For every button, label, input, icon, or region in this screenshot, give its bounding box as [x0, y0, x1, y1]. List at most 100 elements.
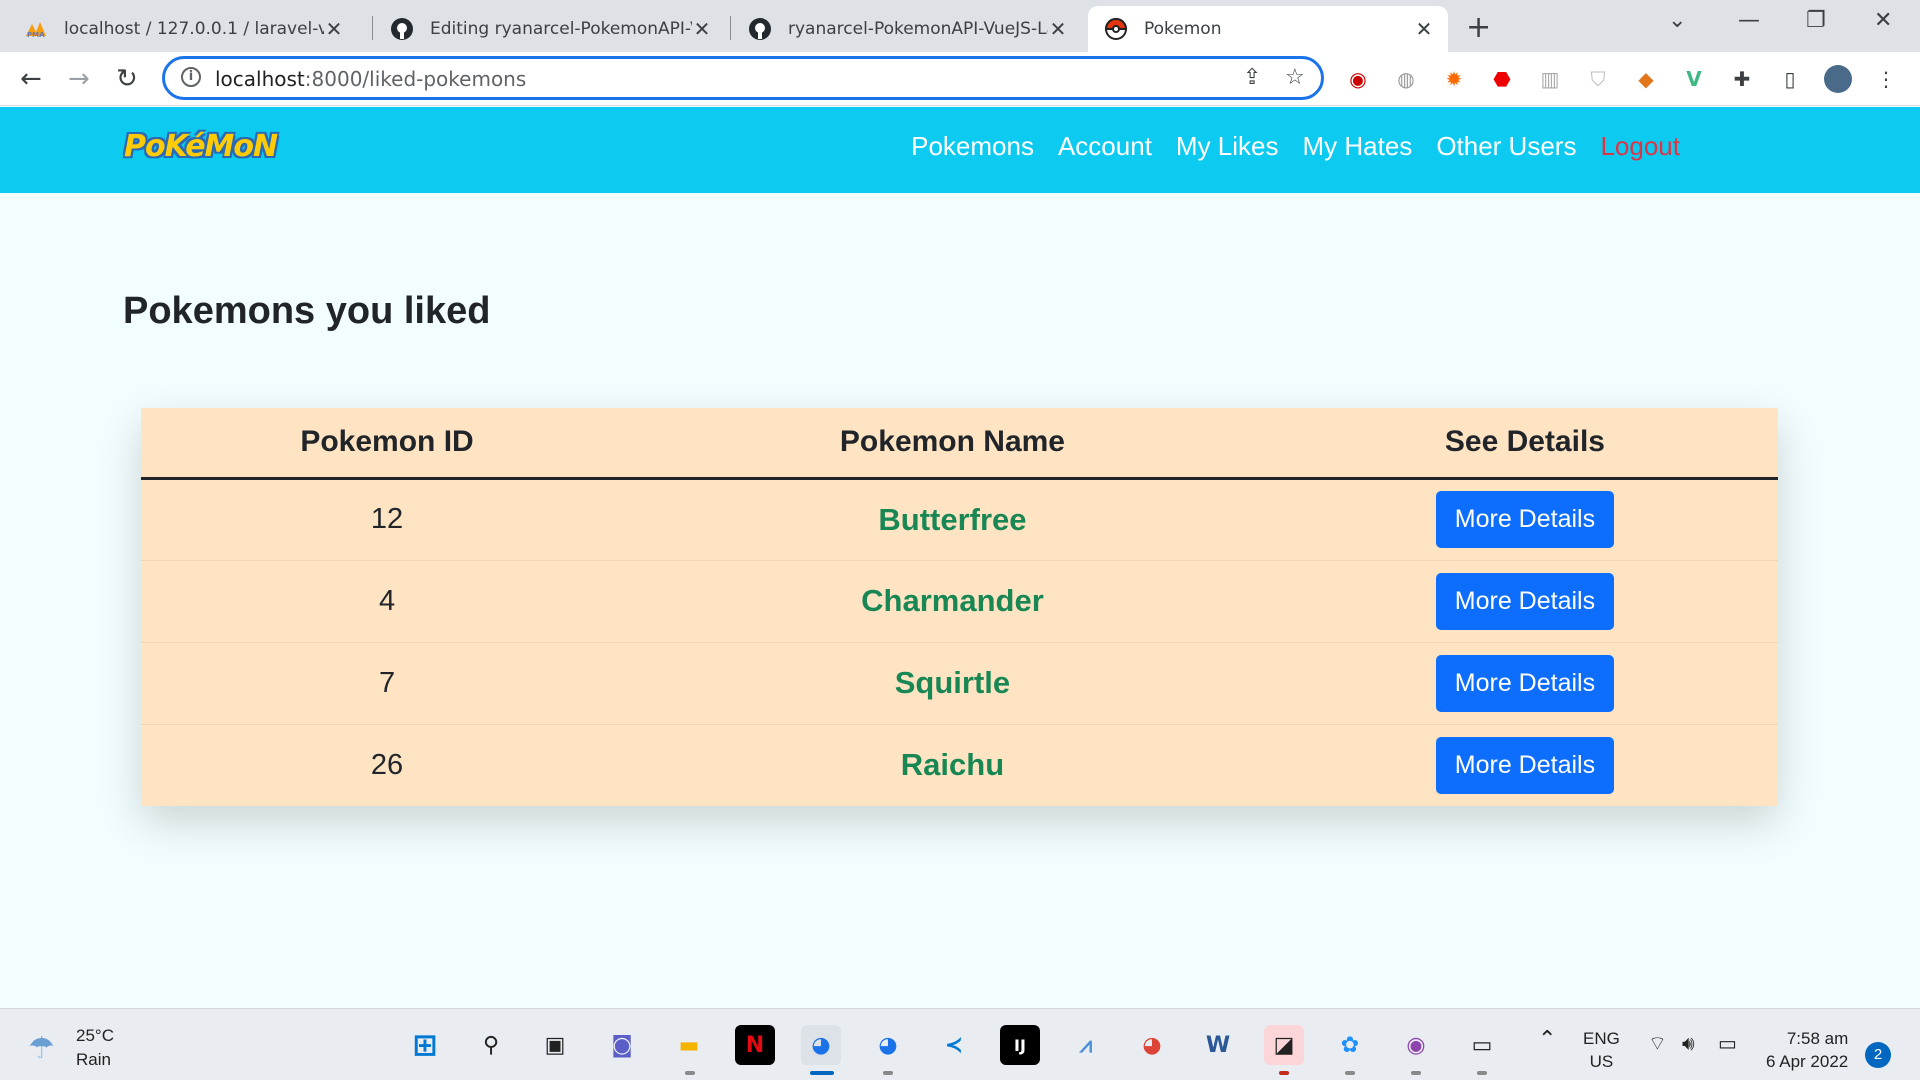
- chrome-app-icon[interactable]: ◕: [1132, 1025, 1172, 1065]
- profile-avatar[interactable]: [1824, 65, 1852, 93]
- weather-description: Rain: [76, 1050, 111, 1069]
- nav-link-pokemons[interactable]: Pokemons: [911, 131, 1034, 162]
- nav-link-my-likes[interactable]: My Likes: [1176, 131, 1279, 162]
- notification-badge[interactable]: 2: [1865, 1042, 1891, 1068]
- language-indicator[interactable]: ENG US: [1583, 1027, 1620, 1073]
- running-indicator: [1279, 1071, 1289, 1075]
- side-panel-icon[interactable]: ▯: [1776, 65, 1804, 93]
- tray-chevron-icon[interactable]: ⌃: [1538, 1027, 1556, 1050]
- clock-date: 6 Apr 2022: [1766, 1052, 1849, 1071]
- share-icon[interactable]: ⇪: [1243, 65, 1261, 90]
- windows-start-icon[interactable]: ⊞: [405, 1025, 445, 1065]
- bookmark-star-icon[interactable]: ☆: [1285, 65, 1305, 90]
- vscode-icon[interactable]: ≺: [934, 1025, 974, 1065]
- github-icon: [390, 17, 414, 41]
- nav-link-logout[interactable]: Logout: [1600, 131, 1680, 162]
- tab-github-editing[interactable]: Editing ryanarcel-PokemonAPI-V ✕: [374, 6, 726, 52]
- eye-extension-icon[interactable]: ◉: [1344, 65, 1372, 93]
- more-details-button[interactable]: More Details: [1435, 736, 1615, 794]
- wifi-icon[interactable]: ⌔: [1648, 1033, 1667, 1056]
- terminal-icon[interactable]: ▭: [1462, 1025, 1502, 1065]
- pokemon-id-cell: 26: [141, 723, 634, 806]
- pokemon-id-cell: 7: [141, 641, 634, 724]
- running-indicator: [1345, 1071, 1355, 1075]
- intellij-icon[interactable]: IJ: [1000, 1025, 1040, 1065]
- close-icon[interactable]: ✕: [324, 17, 344, 41]
- page-title: Pokemons you liked: [123, 290, 491, 332]
- site-info-icon[interactable]: i: [181, 67, 201, 87]
- tab-title: localhost / 127.0.0.1 / laravel-vue: [64, 19, 324, 39]
- close-icon[interactable]: ✕: [1048, 17, 1068, 41]
- metamask-extension-icon[interactable]: ◆: [1632, 65, 1660, 93]
- back-button[interactable]: ←: [20, 64, 42, 94]
- close-window-button[interactable]: ✕: [1874, 8, 1892, 33]
- tab-pokemon[interactable]: Pokemon ✕: [1088, 6, 1448, 52]
- volume-icon[interactable]: 🔊︎: [1682, 1033, 1695, 1056]
- browser-tab-bar: PMA localhost / 127.0.0.1 / laravel-vue …: [0, 0, 1920, 52]
- tab-title: ryanarcel-PokemonAPI-VueJS-La: [788, 19, 1048, 39]
- table-row: 4 Charmander More Details: [141, 559, 1778, 642]
- running-indicator: [1477, 1071, 1487, 1075]
- globe-extension-icon[interactable]: ◍: [1392, 65, 1420, 93]
- weather-temperature: 25°C: [76, 1026, 114, 1045]
- column-header-id: Pokemon ID: [141, 408, 634, 480]
- url-text: localhost:8000/liked-pokemons: [215, 67, 527, 91]
- table-row: 26 Raichu More Details: [141, 723, 1778, 806]
- clock[interactable]: 7:58 am 6 Apr 2022: [1766, 1027, 1848, 1073]
- forward-button[interactable]: →: [68, 64, 90, 94]
- running-indicator: [685, 1071, 695, 1075]
- pokemon-name-cell: Raichu: [633, 723, 1272, 806]
- new-tab-button[interactable]: +: [1466, 10, 1491, 45]
- weather-widget[interactable]: 25°C Rain: [76, 1024, 114, 1072]
- address-bar[interactable]: i localhost:8000/liked-pokemons ⇪ ☆: [162, 56, 1324, 100]
- chrome-icon[interactable]: ◕: [801, 1025, 841, 1065]
- details-cell: More Details: [1271, 477, 1778, 560]
- github-desktop-icon[interactable]: ◉: [1396, 1025, 1436, 1065]
- liked-pokemons-table: Pokemon ID Pokemon Name See Details 12 B…: [141, 408, 1778, 806]
- more-details-button[interactable]: More Details: [1435, 572, 1615, 630]
- menu-kebab-icon[interactable]: ⋮: [1872, 65, 1900, 93]
- tab-title: Pokemon: [1144, 19, 1222, 39]
- resource-monitor-icon[interactable]: ⩘: [1066, 1025, 1106, 1065]
- search-icon[interactable]: ⚲: [471, 1025, 511, 1065]
- github-icon: [748, 17, 772, 41]
- file-explorer-icon[interactable]: ▬: [669, 1025, 709, 1065]
- netflix-icon[interactable]: N: [735, 1025, 775, 1065]
- details-cell: More Details: [1271, 641, 1778, 724]
- svg-text:PMA: PMA: [27, 31, 45, 38]
- reader-extension-icon[interactable]: ▥: [1536, 65, 1564, 93]
- weather-rain-icon[interactable]: ☂: [28, 1031, 55, 1066]
- chrome-profile-icon[interactable]: ◕: [868, 1025, 908, 1065]
- clock-time: 7:58 am: [1786, 1029, 1849, 1048]
- more-details-button[interactable]: More Details: [1435, 491, 1615, 548]
- minimize-button[interactable]: —: [1738, 8, 1760, 33]
- bug-extension-icon[interactable]: ✹: [1440, 65, 1468, 93]
- reload-button[interactable]: ↻: [116, 64, 138, 94]
- sticky-notes-icon[interactable]: ◪: [1264, 1025, 1304, 1065]
- battery-icon[interactable]: ▭: [1718, 1033, 1737, 1056]
- column-header-details: See Details: [1271, 408, 1778, 480]
- close-icon[interactable]: ✕: [692, 17, 712, 41]
- details-cell: More Details: [1271, 559, 1778, 642]
- restore-button[interactable]: ❐: [1806, 8, 1826, 33]
- nav-link-other-users[interactable]: Other Users: [1436, 131, 1576, 162]
- nav-link-account[interactable]: Account: [1058, 131, 1152, 162]
- paint-icon[interactable]: ✿: [1330, 1025, 1370, 1065]
- running-indicator: [883, 1071, 893, 1075]
- extensions-puzzle-icon[interactable]: ✚: [1728, 65, 1756, 93]
- close-icon[interactable]: ✕: [1414, 17, 1434, 41]
- tab-github-repo[interactable]: ryanarcel-PokemonAPI-VueJS-La ✕: [732, 6, 1082, 52]
- tab-phpmyadmin[interactable]: PMA localhost / 127.0.0.1 / laravel-vue …: [8, 6, 358, 52]
- nav-link-my-hates[interactable]: My Hates: [1303, 131, 1413, 162]
- adblock-extension-icon[interactable]: ⬣: [1488, 65, 1516, 93]
- vue-devtools-icon[interactable]: V: [1680, 65, 1708, 93]
- details-cell: More Details: [1271, 723, 1778, 806]
- tab-search-icon[interactable]: ⌄: [1668, 8, 1686, 33]
- word-app-icon[interactable]: W: [1198, 1025, 1238, 1065]
- pokemon-name-cell: Squirtle: [633, 641, 1272, 724]
- shield-extension-icon[interactable]: ⛉: [1584, 65, 1612, 93]
- teams-chat-icon[interactable]: ◙: [602, 1025, 642, 1065]
- more-details-button[interactable]: More Details: [1435, 654, 1615, 712]
- pokemon-logo[interactable]: PoKéMoN: [124, 129, 278, 164]
- task-view-icon[interactable]: ▣: [535, 1025, 575, 1065]
